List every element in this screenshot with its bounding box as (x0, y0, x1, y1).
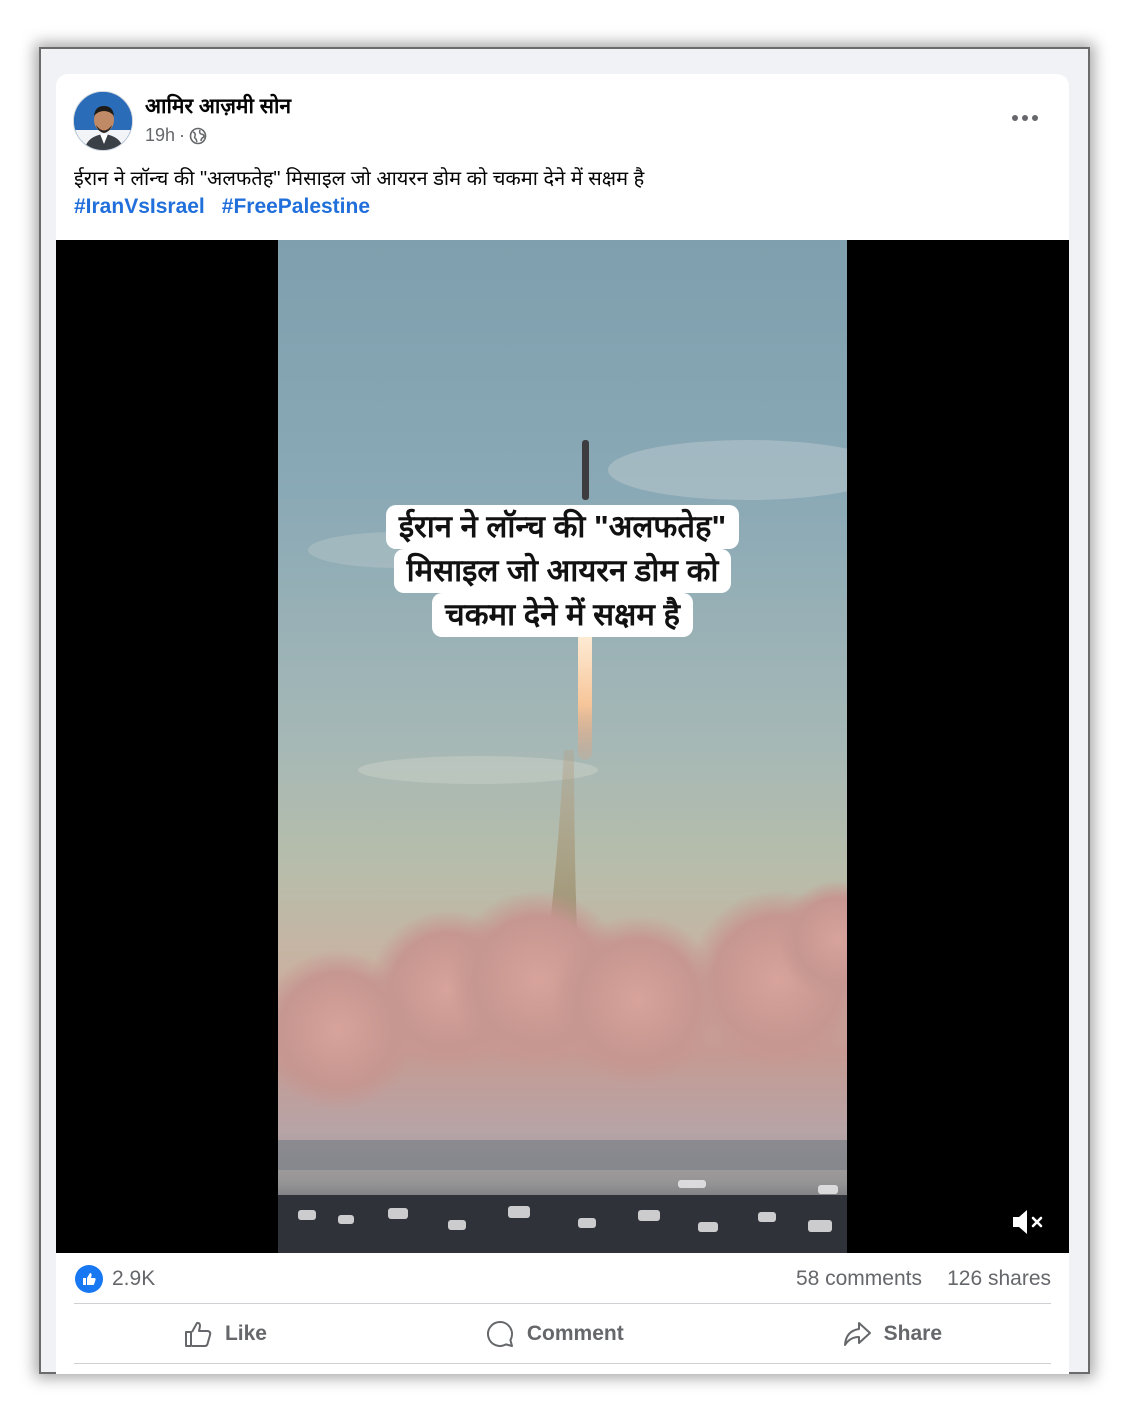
rocket-launch-scene (278, 440, 847, 1253)
shares-count[interactable]: 126 shares (947, 1267, 1051, 1291)
hashtag-link[interactable]: #IranVsIsrael (74, 195, 205, 219)
screenshot-frame: आमिर आज़मी सोन 19h · ईरान ने लॉन्च की "अ… (39, 47, 1090, 1374)
thumbs-up-icon (75, 1265, 103, 1293)
share-label: Share (883, 1322, 943, 1345)
overlay-line: चकमा देने में सक्षम है (432, 593, 693, 637)
post-card: आमिर आज़मी सोन 19h · ईरान ने लॉन्च की "अ… (56, 74, 1069, 1374)
more-options-icon (1022, 115, 1028, 121)
hashtag-link[interactable]: #FreePalestine (222, 195, 370, 219)
post-meta: 19h · (145, 125, 207, 146)
thumbs-up-outline-icon (184, 1321, 212, 1347)
video-player[interactable]: ईरान ने लॉन्च की "अलफतेह" मिसाइल जो आयरन… (56, 240, 1069, 1253)
divider (74, 1303, 1051, 1304)
muted-speaker-icon[interactable] (1011, 1207, 1047, 1237)
comment-label: Comment (526, 1322, 624, 1345)
comment-button[interactable]: Comment (465, 1311, 644, 1357)
action-bar: Like Comment Share (74, 1305, 1051, 1363)
like-button[interactable]: Like (163, 1311, 287, 1357)
overlay-line: मिसाइल जो आयरन डोम को (393, 549, 732, 593)
post-time[interactable]: 19h (145, 125, 175, 146)
more-options-button[interactable] (1005, 108, 1045, 128)
comments-count[interactable]: 58 comments (796, 1267, 922, 1291)
like-label: Like (224, 1322, 267, 1345)
divider (74, 1363, 1051, 1364)
reaction-count[interactable]: 2.9K (112, 1267, 155, 1291)
meta-separator: · (179, 125, 186, 145)
more-options-icon (1032, 115, 1038, 121)
video-frame: ईरान ने लॉन्च की "अलफतेह" मिसाइल जो आयरन… (278, 240, 847, 1253)
more-options-icon (1012, 115, 1018, 121)
share-icon (843, 1322, 871, 1346)
overlay-line: ईरान ने लॉन्च की "अलफतेह" (385, 505, 740, 549)
author-name[interactable]: आमिर आज़मी सोन (145, 92, 291, 120)
post-caption: ईरान ने लॉन्च की "अलफतेह" मिसाइल जो आयरन… (74, 168, 645, 190)
share-button[interactable]: Share (822, 1311, 962, 1357)
avatar-photo (74, 92, 132, 150)
engagement-stats: 2.9K 58 comments 126 shares (56, 1253, 1069, 1303)
video-text-overlay: ईरान ने लॉन्च की "अलफतेह" मिसाइल जो आयरन… (278, 505, 847, 637)
comment-icon (486, 1321, 513, 1347)
avatar[interactable] (73, 91, 133, 151)
hashtags: #IranVsIsrael #FreePalestine (74, 195, 370, 219)
globe-icon (189, 127, 207, 144)
